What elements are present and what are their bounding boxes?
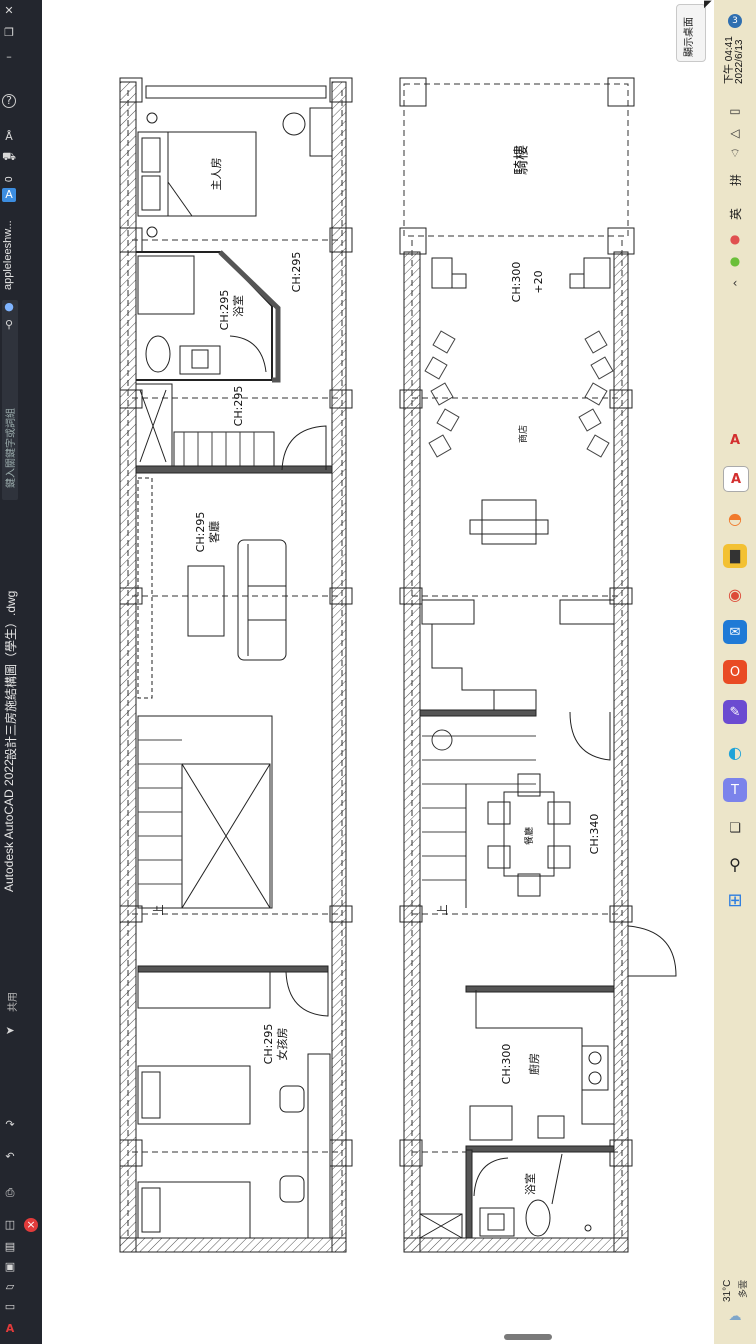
autodesk-app-icon[interactable]: A xyxy=(2,188,16,202)
cart-icon[interactable]: ⛟ xyxy=(2,150,16,164)
user-icon[interactable]: ● xyxy=(2,300,16,314)
drawing-canvas[interactable]: 主人房 CH:295 浴室 CH:295 CH:295 CH:295 客廳 上 … xyxy=(42,0,714,1344)
label-girl-room: 女孩房 xyxy=(275,1028,289,1061)
bed xyxy=(137,1181,251,1239)
upper-right-wall xyxy=(331,81,347,1253)
app-title: Autodesk AutoCAD 2022 xyxy=(2,759,16,892)
weather-desc: 多雲 xyxy=(738,1279,748,1298)
weather-icon[interactable]: ☁ xyxy=(723,1304,747,1328)
label-dining: 餐廳 xyxy=(523,827,535,845)
label-corridor-ch: CH:295 xyxy=(290,252,303,293)
save-as-icon[interactable]: ▤ xyxy=(3,1240,17,1254)
learn-icon[interactable]: Å xyxy=(2,130,16,144)
wifi-icon[interactable]: ⌔ xyxy=(726,144,744,162)
label-arcade: 騎樓 xyxy=(512,145,530,175)
task-view-icon[interactable]: ❏ xyxy=(723,816,747,840)
teams-icon[interactable]: T xyxy=(723,778,747,802)
label-girl-ch: CH:295 xyxy=(262,1024,275,1065)
label-bath-ch: CH:295 xyxy=(218,290,231,331)
user-name[interactable]: appleleeshw... xyxy=(2,220,14,290)
start-icon[interactable]: ⊞ xyxy=(723,888,747,912)
weather-temp: 31°C xyxy=(722,1279,733,1302)
ime-lang[interactable]: 英 xyxy=(727,208,744,220)
bathroom-wall xyxy=(136,251,273,381)
file-title: 設計三房施結構圖（學生）.dwg xyxy=(4,590,18,760)
label-kitchen: 廚房 xyxy=(527,1053,541,1075)
print-icon[interactable]: ⎙ xyxy=(3,1186,17,1200)
app-tray-icon-2[interactable]: ● xyxy=(726,230,744,248)
sofa xyxy=(237,539,287,661)
upper-floor-plan xyxy=(119,77,353,1253)
screen: A ▭ ▱ ▣ ▤ ◫ ⎙ ↶ ↷ ➤ 共用 Autodesk AutoCAD … xyxy=(0,0,756,1344)
label-front-level: +20 xyxy=(532,270,545,293)
clock-date[interactable]: 2022/6/13 xyxy=(734,40,745,85)
coffee-table xyxy=(187,565,225,637)
close-icon[interactable]: ✕ xyxy=(2,4,16,18)
restore-icon[interactable]: ❐ xyxy=(2,26,16,40)
mail-icon[interactable]: ✉ xyxy=(723,620,747,644)
web-mobile-icon[interactable]: ◫ xyxy=(3,1218,17,1232)
minimize-icon[interactable]: – xyxy=(2,50,16,64)
undo-icon[interactable]: ↶ xyxy=(3,1150,17,1164)
show-desktop-label: 顯示桌面 xyxy=(684,17,695,57)
cursor-icon: ◤ xyxy=(704,0,712,10)
label-living: 客廳 xyxy=(207,521,221,543)
autocad-title-bar: A ▭ ▱ ▣ ▤ ◫ ⎙ ↶ ↷ ➤ 共用 Autodesk AutoCAD … xyxy=(0,0,42,1344)
file-explorer-icon[interactable]: ▇ xyxy=(723,544,747,568)
autocad-red-icon[interactable]: A xyxy=(723,428,747,452)
show-hidden-icons-chevron[interactable]: ‹ xyxy=(726,274,744,292)
horizontal-scrollbar[interactable] xyxy=(504,1334,552,1340)
battery-icon[interactable]: ▭ xyxy=(726,102,744,120)
office-icon[interactable]: O xyxy=(723,660,747,684)
label-dining-ch: CH:340 xyxy=(588,814,601,855)
volume-icon[interactable]: ◁ xyxy=(726,124,744,142)
lower-right-wall xyxy=(613,251,629,1253)
show-desktop-tooltip: 顯示桌面 xyxy=(676,4,706,62)
label-front-ch: CH:300 xyxy=(510,262,523,303)
close-drawing-icon[interactable]: × xyxy=(24,1218,38,1232)
windows-taskbar: ☁ 31°C 多雲 ⊞ ⚲ ❏ T ◐ ✎ O ✉ ◉ ▇ ◓ A A ‹ ● … xyxy=(714,0,756,1344)
visual-studio-icon[interactable]: ✎ xyxy=(723,700,747,724)
notification-count: 0 xyxy=(4,176,15,182)
master-bed xyxy=(137,131,257,217)
chrome-icon[interactable]: ◉ xyxy=(723,582,747,606)
share-icon[interactable]: ➤ xyxy=(3,1024,17,1038)
search-icon[interactable]: ⚲ xyxy=(2,318,16,332)
label-bath: 浴室 xyxy=(231,295,245,317)
notification-badge[interactable]: 3 xyxy=(728,14,742,28)
autocad-taskbar-icon[interactable]: A xyxy=(723,466,749,492)
app-orange-icon[interactable]: ◓ xyxy=(723,506,747,530)
label-stair-up-lower: 上 xyxy=(436,905,449,916)
redo-icon[interactable]: ↷ xyxy=(3,1118,17,1132)
share-label[interactable]: 共用 xyxy=(4,992,19,1012)
label-closet-ch: CH:295 xyxy=(232,386,245,427)
label-living-ch: CH:295 xyxy=(194,512,207,553)
label-stair-up-upper: 上 xyxy=(152,905,165,916)
upper-bottom-wall xyxy=(119,1237,347,1253)
search-icon[interactable]: ⚲ xyxy=(723,852,747,876)
floor-plan-svg: 主人房 CH:295 浴室 CH:295 CH:295 CH:295 客廳 上 … xyxy=(119,77,677,1253)
help-icon[interactable]: ? xyxy=(2,94,16,108)
window xyxy=(145,85,327,99)
edge-icon[interactable]: ◐ xyxy=(723,740,747,764)
bed xyxy=(137,1065,251,1125)
save-icon[interactable]: ▣ xyxy=(3,1260,17,1274)
app-tray-icon[interactable]: ● xyxy=(726,252,744,270)
label-store: 商店 xyxy=(517,425,529,443)
open-file-icon[interactable]: ▱ xyxy=(3,1280,17,1294)
clock-time[interactable]: 下午 04:41 xyxy=(720,36,735,84)
upper-left-wall xyxy=(119,81,137,1253)
search-input[interactable]: 鍵入關鍵字或詞組 xyxy=(2,408,17,488)
autocad-logo-icon[interactable]: A xyxy=(3,1322,17,1336)
new-file-icon[interactable]: ▭ xyxy=(3,1300,17,1314)
ime-mode[interactable]: 拼 xyxy=(727,174,744,186)
label-master-bedroom: 主人房 xyxy=(210,158,223,191)
label-kitchen-ch: CH:300 xyxy=(500,1044,513,1085)
label-bath-lower: 浴室 xyxy=(523,1173,537,1195)
